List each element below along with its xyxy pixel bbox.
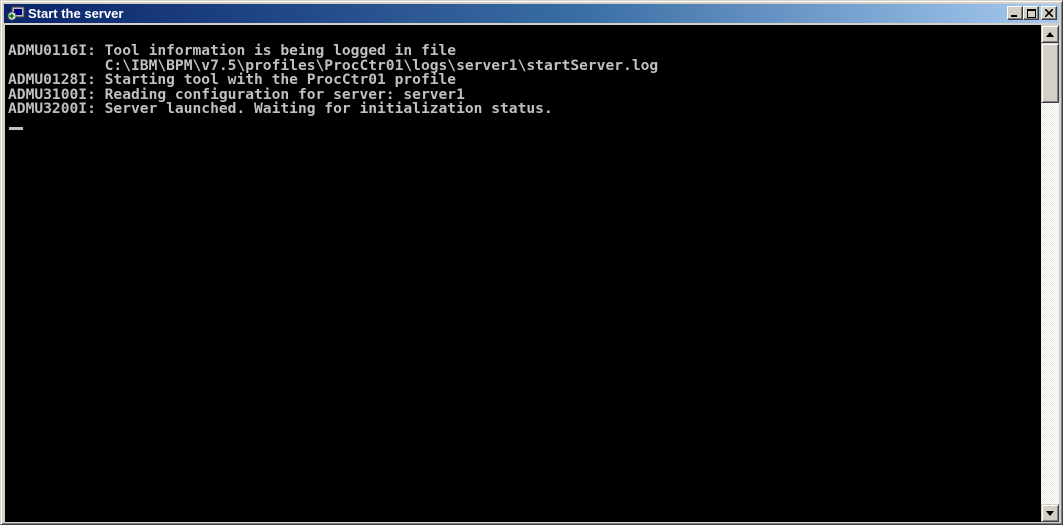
- minimize-icon: [1011, 15, 1017, 17]
- scroll-thumb[interactable]: [1041, 43, 1059, 103]
- title-bar[interactable]: Start the server: [4, 4, 1059, 23]
- console-run-icon: [7, 6, 25, 22]
- scroll-up-button[interactable]: [1041, 25, 1059, 43]
- text-cursor: [9, 127, 23, 130]
- title-bar-buttons: [1007, 6, 1057, 20]
- scroll-down-button[interactable]: [1041, 504, 1059, 522]
- console-lines: ADMU0116I: Tool information is being log…: [5, 25, 1041, 117]
- console-line: ADMU3200I: Server launched. Waiting for …: [8, 100, 553, 118]
- console-window: Start the server ADMU0116I: Tool informa…: [0, 0, 1063, 525]
- console-output[interactable]: ADMU0116I: Tool information is being log…: [5, 25, 1041, 522]
- window-title: Start the server: [28, 6, 124, 21]
- vertical-scrollbar[interactable]: [1041, 25, 1059, 522]
- minimize-button[interactable]: [1007, 6, 1023, 20]
- close-button[interactable]: [1041, 6, 1057, 20]
- maximize-button[interactable]: [1023, 6, 1039, 20]
- maximize-icon: [1026, 8, 1036, 18]
- arrow-up-icon: [1046, 31, 1054, 37]
- arrow-down-icon: [1046, 510, 1054, 516]
- close-icon: [1045, 9, 1053, 17]
